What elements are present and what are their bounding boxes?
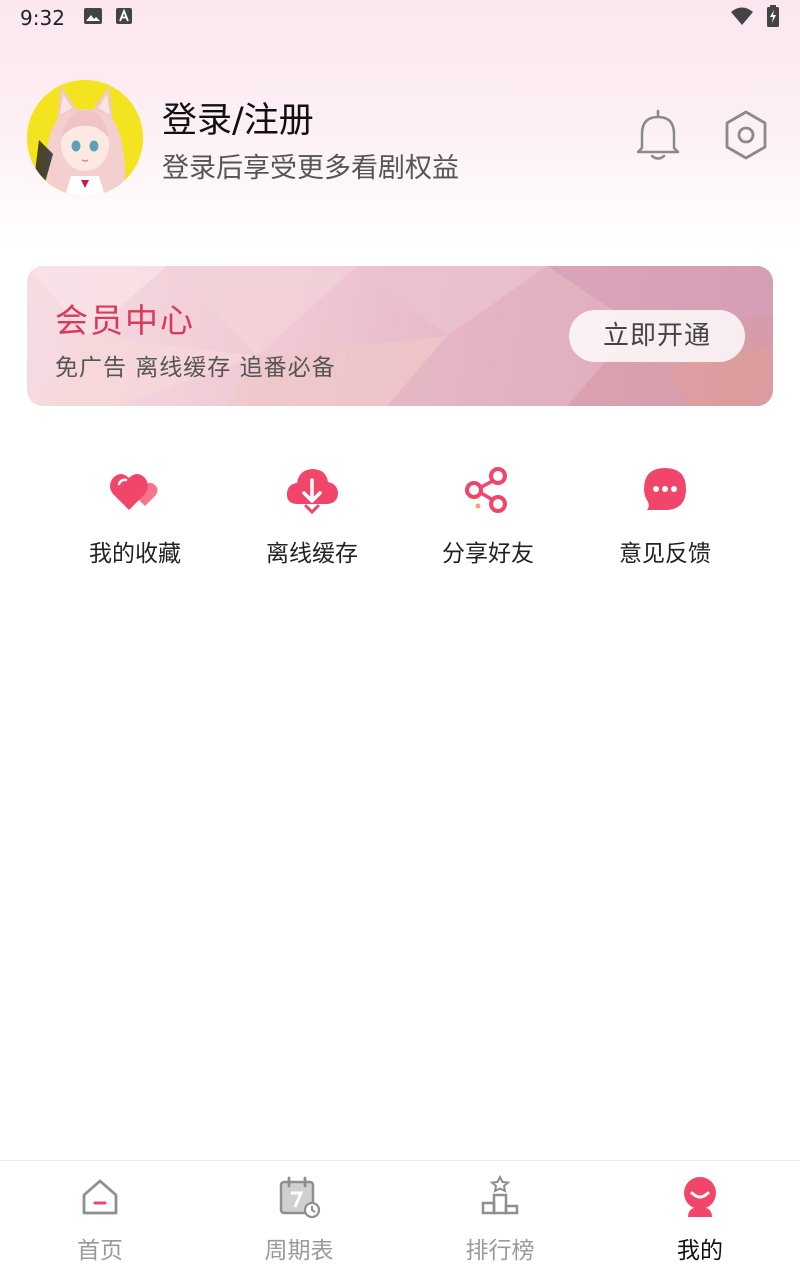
quick-action-offline-cache[interactable]: 离线缓存 (232, 462, 392, 572)
quick-action-favorites[interactable]: 我的收藏 (55, 462, 215, 572)
share-icon (465, 467, 507, 513)
bell-icon[interactable] (632, 108, 684, 162)
battery-charging-icon (766, 4, 780, 32)
nav-item-schedule[interactable]: 周期表 (224, 1175, 374, 1275)
settings-icon[interactable] (720, 108, 772, 162)
vip-subtitle: 免广告 离线缓存 追番必备 (55, 355, 336, 381)
nav-item-profile[interactable]: 我的 (625, 1175, 775, 1275)
quick-action-share[interactable]: 分享好友 (408, 462, 568, 572)
image-icon (83, 6, 103, 30)
profile-icon (684, 1177, 716, 1217)
font-a-icon (115, 6, 133, 30)
vip-banner[interactable]: 会员中心 免广告 离线缓存 追番必备 立即开通 (27, 266, 773, 406)
status-bar: 9:32 (0, 0, 800, 36)
bottom-nav: 首页 周期表 排行榜 我的 (0, 1160, 800, 1280)
home-icon (82, 1179, 118, 1215)
vip-title: 会员中心 (55, 301, 195, 340)
calendar-icon (279, 1176, 321, 1219)
nav-label: 首页 (77, 1238, 123, 1264)
activate-vip-button[interactable]: 立即开通 (569, 310, 745, 362)
nav-label: 排行榜 (465, 1238, 535, 1264)
avatar[interactable] (27, 80, 143, 196)
nav-label: 我的 (677, 1238, 723, 1264)
cloud-download-icon (286, 469, 338, 515)
wifi-icon (730, 6, 754, 31)
nav-label: 周期表 (264, 1238, 334, 1264)
quick-action-label: 我的收藏 (89, 541, 181, 567)
nav-item-ranking[interactable]: 排行榜 (425, 1175, 575, 1275)
login-title[interactable]: 登录/注册 (162, 92, 314, 143)
status-time: 9:32 (20, 6, 65, 30)
quick-action-label: 分享好友 (442, 541, 534, 567)
quick-action-feedback[interactable]: 意见反馈 (585, 462, 745, 572)
quick-action-label: 意见反馈 (619, 541, 711, 567)
chat-bubble-icon (644, 468, 686, 510)
nav-item-home[interactable]: 首页 (25, 1175, 175, 1275)
quick-action-label: 离线缓存 (266, 541, 358, 567)
ranking-icon (481, 1175, 519, 1215)
heart-icon (110, 474, 158, 510)
login-subtitle: 登录后享受更多看剧权益 (162, 153, 459, 184)
